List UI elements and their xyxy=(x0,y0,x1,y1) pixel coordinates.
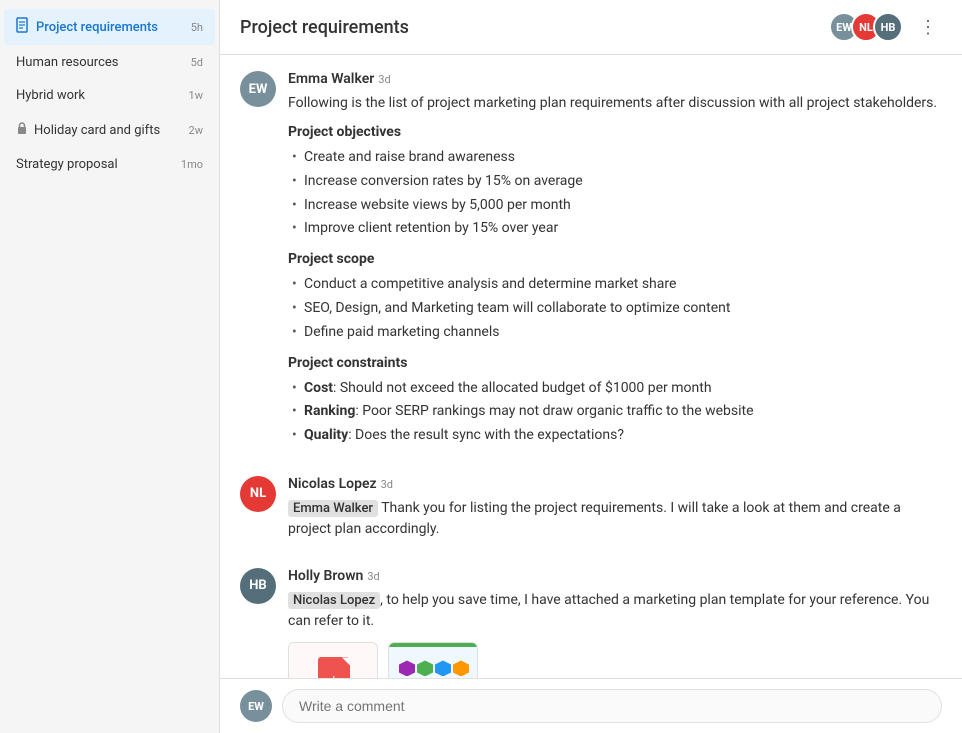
message-body: Holly Brown 3d Nicolas Lopez, to help you … xyxy=(288,568,942,678)
more-icon: ⋮ xyxy=(919,17,938,38)
page-title: Project requirements xyxy=(240,17,829,38)
bullet-list: Conduct a competitive analysis and deter… xyxy=(288,273,942,344)
sidebar-item-label: Strategy proposal xyxy=(16,157,175,172)
message-avatar: EW xyxy=(240,71,276,107)
sidebar-item-time: 1mo xyxy=(181,158,203,171)
sidebar-item-time: 2w xyxy=(189,124,203,137)
list-item: Ranking: Poor SERP rankings may not draw… xyxy=(288,400,942,424)
green-bar xyxy=(389,643,478,647)
message: HB Holly Brown 3d Nicolas Lopez, to help yo… xyxy=(240,568,942,678)
pdf-icon xyxy=(318,657,350,678)
bullet-list: Cost: Should not exceed the allocated bu… xyxy=(288,377,942,448)
hex-shape xyxy=(453,660,469,676)
message: NL Nicolas Lopez 3d Emma Walker Thank you f… xyxy=(240,476,942,548)
message: EW Emma Walker 3d Following is the list of … xyxy=(240,71,942,456)
list-item: Improve client retention by 15% over yea… xyxy=(288,217,942,241)
sidebar-item-holiday-card-and-gifts[interactable]: Holiday card and gifts 2w xyxy=(4,113,215,147)
comment-input[interactable] xyxy=(282,689,942,723)
section-title: Project scope xyxy=(288,251,942,267)
message-avatar: HB xyxy=(240,568,276,604)
message-author: Holly Brown xyxy=(288,568,363,584)
main-panel: Project requirements EWNLHB ⋮ EWEmma Wal… xyxy=(220,0,962,733)
list-item: Quality: Does the result sync with the e… xyxy=(288,424,942,448)
comment-area: EW xyxy=(220,678,962,733)
sidebar-item-hybrid-work[interactable]: Hybrid work 1w xyxy=(4,80,215,111)
content-area: EWEmma Walker3dFollowing is the list of … xyxy=(220,55,962,678)
sidebar-item-label: Holiday card and gifts xyxy=(34,123,183,138)
list-item: Increase conversion rates by 15% on aver… xyxy=(288,170,942,194)
message-header: Holly Brown 3d xyxy=(288,568,942,584)
attachment-card[interactable]: Marketing-stra...Proof this file2h xyxy=(388,642,478,678)
section-title: Project constraints xyxy=(288,355,942,371)
message-header: Nicolas Lopez 3d xyxy=(288,476,942,492)
message-time: 3d xyxy=(367,570,379,583)
message-text: Emma Walker Thank you for listing the pr… xyxy=(288,498,942,540)
attachment-preview xyxy=(289,643,378,678)
attachment-preview xyxy=(389,643,478,678)
sidebar-item-time: 5h xyxy=(191,21,203,34)
hex-shape xyxy=(417,660,433,676)
doc-icon xyxy=(16,17,30,37)
sidebar-item-label: Hybrid work xyxy=(16,88,183,103)
list-item: Cost: Should not exceed the allocated bu… xyxy=(288,377,942,401)
message-body: Nicolas Lopez 3d Emma Walker Thank you for… xyxy=(288,476,942,548)
hex-shape xyxy=(435,660,451,676)
comment-avatar: EW xyxy=(240,690,272,722)
hex-shape xyxy=(399,660,415,676)
message-body: Emma Walker 3d Following is the list of pr… xyxy=(288,71,942,456)
mention-tag: Nicolas Lopez xyxy=(288,592,380,609)
sidebar-item-time: 1w xyxy=(189,89,203,102)
message-time: 3d xyxy=(381,478,393,491)
message-avatar: NL xyxy=(240,476,276,512)
list-item: Define paid marketing channels xyxy=(288,321,942,345)
attachments: Marketing-plan...Proof this file2h Market… xyxy=(288,642,942,678)
mention-tag: Emma Walker xyxy=(288,500,378,517)
sidebar-item-label: Project requirements xyxy=(36,20,185,35)
header-avatars: EWNLHB xyxy=(829,12,903,42)
list-item: Create and raise brand awareness xyxy=(288,146,942,170)
sidebar-item-human-resources[interactable]: Human resources 5d xyxy=(4,47,215,78)
sidebar-item-label: Human resources xyxy=(16,55,185,70)
bullet-bold: Ranking xyxy=(304,403,355,419)
hex-container xyxy=(389,656,478,678)
sidebar-item-project-requirements[interactable]: Project requirements 5h xyxy=(4,9,215,45)
more-menu-button[interactable]: ⋮ xyxy=(915,13,942,42)
header: Project requirements EWNLHB ⋮ xyxy=(220,0,962,55)
message-header: Emma Walker 3d xyxy=(288,71,942,87)
message-author: Emma Walker xyxy=(288,71,374,87)
message-text: Nicolas Lopez, to help you save time, I … xyxy=(288,590,942,632)
message-author: Nicolas Lopez xyxy=(288,476,377,492)
message-intro: Following is the list of project marketi… xyxy=(288,93,942,114)
list-item: Conduct a competitive analysis and deter… xyxy=(288,273,942,297)
lock-icon xyxy=(16,121,28,139)
message-time: 3d xyxy=(378,73,390,86)
list-item: Increase website views by 5,000 per mont… xyxy=(288,194,942,218)
attachment-card[interactable]: Marketing-plan...Proof this file2h xyxy=(288,642,378,678)
sidebar-item-time: 5d xyxy=(191,56,203,69)
bullet-bold: Quality xyxy=(304,427,348,443)
sidebar: Project requirements5hHuman resources5dH… xyxy=(0,0,220,733)
bullet-list: Create and raise brand awarenessIncrease… xyxy=(288,146,942,241)
header-avatar: HB xyxy=(873,12,903,42)
section-title: Project objectives xyxy=(288,124,942,140)
bullet-bold: Cost xyxy=(304,380,333,396)
list-item: SEO, Design, and Marketing team will col… xyxy=(288,297,942,321)
sidebar-item-strategy-proposal[interactable]: Strategy proposal 1mo xyxy=(4,149,215,180)
